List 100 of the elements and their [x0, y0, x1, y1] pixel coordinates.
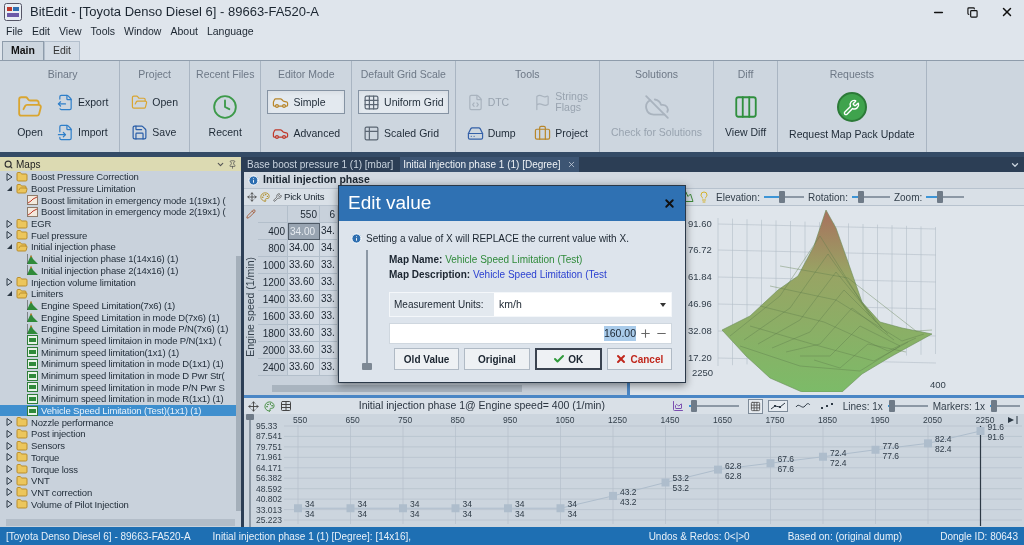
- menu-item[interactable]: Window: [124, 24, 162, 40]
- restore-icon[interactable]: [967, 6, 978, 18]
- grid-toggle[interactable]: [747, 398, 763, 414]
- table-cell[interactable]: 33.: [320, 291, 338, 308]
- close-icon[interactable]: [1000, 5, 1014, 19]
- slider-thumb[interactable]: [779, 191, 786, 203]
- last-point-icon[interactable]: [1008, 415, 1018, 425]
- tree-item[interactable]: Boost limitation in emergency mode 1(19x1) (: [0, 194, 236, 207]
- table-cell[interactable]: 33.: [320, 342, 338, 359]
- slider[interactable]: [990, 400, 1020, 412]
- value-field[interactable]: 160.00: [389, 323, 672, 344]
- tree-item[interactable]: Minimum speed limitation in mode P/N Pwr S: [0, 381, 236, 394]
- tree-item[interactable]: Fuel pressure: [0, 229, 236, 242]
- table-cell[interactable]: 33.60: [288, 342, 320, 359]
- plus-icon[interactable]: [639, 327, 652, 340]
- slider-thumb[interactable]: [246, 414, 254, 420]
- slider[interactable]: [763, 191, 804, 203]
- tree-item[interactable]: Minimum speed limitation in mode D(1x1) (1): [0, 358, 236, 370]
- ribbon-button[interactable]: Recent: [203, 89, 247, 146]
- ribbon-button[interactable]: Advanced: [267, 122, 346, 145]
- palette-icon[interactable]: [264, 400, 275, 412]
- tree-item[interactable]: Initial injection phase 1(14x16) (1): [0, 252, 236, 265]
- tree-item[interactable]: Minimum speed limitation in mode D Pwr Str(: [0, 369, 236, 382]
- table-cell[interactable]: 33.: [320, 308, 338, 325]
- dialog-button[interactable]: Old Value: [394, 348, 460, 370]
- slider-thumb[interactable]: [858, 191, 865, 203]
- ribbon-button[interactable]: Save: [126, 121, 184, 144]
- line-style-toggle[interactable]: [767, 400, 788, 412]
- table-cell[interactable]: 33.60: [288, 325, 320, 342]
- table-cell[interactable]: 34.: [320, 240, 338, 257]
- table-cell[interactable]: 33.: [320, 325, 338, 342]
- slider-thumb[interactable]: [889, 400, 896, 412]
- document-tab[interactable]: Initial injection phase 1 (1) [Degree]: [400, 157, 579, 172]
- ribbon-button[interactable]: Simple: [267, 90, 346, 115]
- tree-item[interactable]: EGR: [0, 217, 236, 230]
- tree-item[interactable]: Boost Pressure Correction: [0, 171, 236, 183]
- ribbon-button[interactable]: Request Map Pack Update: [784, 87, 920, 148]
- tree-item[interactable]: Initial injection phase 2(14x16) (1): [0, 264, 236, 277]
- tree-item[interactable]: Minimum speed limitation(1x1) (1): [0, 346, 236, 358]
- tree-item[interactable]: Torque: [0, 451, 236, 464]
- menu-item[interactable]: About: [170, 24, 198, 40]
- table-cell[interactable]: 34.00: [288, 240, 320, 257]
- table-cell[interactable]: 33.: [320, 274, 338, 291]
- tree-item[interactable]: Initial injection phase: [0, 241, 236, 253]
- chart-icon[interactable]: [671, 400, 684, 412]
- tree-item[interactable]: Engine Speed Limitation in mode P/N(7x6) (1): [0, 322, 236, 335]
- ribbon-button[interactable]: Open: [12, 89, 48, 146]
- units-dropdown[interactable]: km/h: [494, 293, 671, 316]
- tree-item[interactable]: Engine Speed Limitation in mode D(7x6) (1): [0, 311, 236, 323]
- pin-icon[interactable]: [228, 159, 237, 169]
- ribbon-button[interactable]: View Diff: [720, 89, 772, 146]
- tree-item[interactable]: Volume of Pilot Injection: [0, 498, 236, 510]
- tree-item[interactable]: Boost Pressure Limitation: [0, 182, 236, 195]
- table-icon[interactable]: [280, 400, 292, 412]
- tree-item[interactable]: Injection volume limitation: [0, 276, 236, 288]
- tree-item[interactable]: Sensors: [0, 439, 236, 452]
- tree-item[interactable]: Minimum speed limitation in mode R(1x1) (1): [0, 393, 236, 405]
- tree-item[interactable]: Boost limitation in emergency mode 2(19x1) (: [0, 206, 236, 218]
- tree-item[interactable]: Nozzle performance: [0, 416, 236, 429]
- tree-item[interactable]: Post injection: [0, 428, 236, 440]
- slider[interactable]: [851, 191, 890, 203]
- menu-item[interactable]: View: [59, 24, 82, 40]
- ribbon-button[interactable]: Project: [529, 122, 593, 145]
- menu-item[interactable]: Language: [206, 24, 254, 40]
- table-cell[interactable]: 33.60: [288, 257, 320, 274]
- ribbon-button[interactable]: Dump: [461, 122, 526, 145]
- table-cell[interactable]: 33.60: [288, 308, 320, 325]
- ribbon-tab[interactable]: Main: [2, 41, 44, 60]
- tree-item[interactable]: Minimum speed limitaion in mode P/N(1x1) (: [0, 334, 236, 347]
- slider[interactable]: [688, 400, 739, 412]
- table-cell[interactable]: 33.: [320, 257, 338, 274]
- dialog-button[interactable]: Original: [464, 348, 530, 370]
- table-cell[interactable]: 33.60: [288, 359, 320, 376]
- ribbon-button[interactable]: Open: [126, 91, 184, 114]
- pick-units-button[interactable]: Pick Units: [273, 189, 325, 205]
- tree-item[interactable]: Engine Speed Limitation(7x6) (1): [0, 299, 236, 312]
- tree-item[interactable]: VNT: [0, 474, 236, 487]
- table-cell[interactable]: 33.: [320, 359, 338, 376]
- palette-icon[interactable]: [260, 192, 270, 202]
- scrollbar[interactable]: [6, 519, 235, 526]
- slider-thumb[interactable]: [991, 400, 998, 412]
- table-cell[interactable]: 33.60: [288, 291, 320, 308]
- slider[interactable]: [887, 400, 928, 412]
- slider[interactable]: [246, 414, 254, 527]
- tree-item[interactable]: Limiters: [0, 287, 236, 300]
- tree-item[interactable]: Torque loss: [0, 463, 236, 475]
- ribbon-button[interactable]: Export: [52, 91, 114, 114]
- slider-thumb[interactable]: [690, 400, 697, 412]
- table-cell[interactable]: 34.: [320, 223, 338, 240]
- menu-item[interactable]: Tools: [90, 24, 116, 40]
- slider-thumb[interactable]: [937, 191, 944, 203]
- slider[interactable]: [362, 250, 372, 370]
- ribbon-button[interactable]: Uniform Grid: [358, 90, 449, 115]
- slider[interactable]: [926, 191, 965, 203]
- ribbon-button[interactable]: Scaled Grid: [358, 122, 449, 145]
- dialog-button[interactable]: Cancel: [606, 348, 672, 370]
- dialog-button[interactable]: OK: [534, 348, 602, 370]
- menu-item[interactable]: Edit: [31, 24, 50, 40]
- move-icon[interactable]: [247, 192, 257, 202]
- pencil-icon[interactable]: [246, 209, 256, 219]
